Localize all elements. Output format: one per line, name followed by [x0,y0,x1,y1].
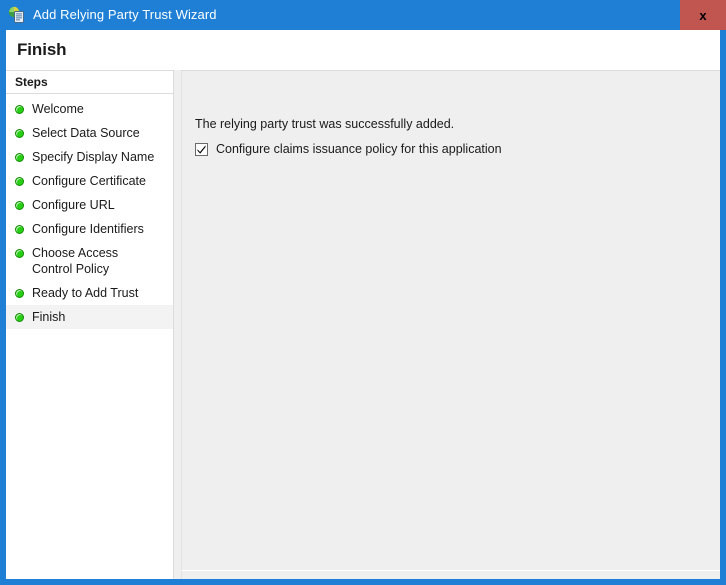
relying-party-trust-icon [8,6,26,24]
wizard-window: Add Relying Party Trust Wizard x Finish … [0,0,726,585]
page-header: Finish [6,30,720,70]
sidebar-item-label: Configure Identifiers [32,222,144,236]
footer-bar: Close [181,570,720,579]
sidebar-item-label: Configure Certificate [32,174,146,188]
sidebar-item-label: Configure URL [32,198,115,212]
steps-list: Welcome Select Data Source Specify Displ… [6,94,173,329]
step-bullet-icon [15,201,24,210]
sidebar-item-choose-access-control-policy[interactable]: Choose Access Control Policy [6,241,173,281]
sidebar-item-finish[interactable]: Finish [6,305,173,329]
steps-heading: Steps [6,71,173,94]
success-message: The relying party trust was successfully… [195,117,455,131]
sidebar-item-configure-certificate[interactable]: Configure Certificate [6,169,173,193]
configure-claims-policy-row[interactable]: Configure claims issuance policy for thi… [195,142,502,157]
step-bullet-icon [15,313,24,322]
step-bullet-icon [15,129,24,138]
sidebar-item-configure-url[interactable]: Configure URL [6,193,173,217]
sidebar-item-label: Finish [32,310,66,324]
step-bullet-icon [15,225,24,234]
sidebar-item-configure-identifiers[interactable]: Configure Identifiers [6,217,173,241]
step-bullet-icon [15,249,24,258]
steps-sidebar: Steps Welcome Select Data Source Specify… [6,70,174,579]
configure-claims-policy-checkbox[interactable] [195,143,208,156]
client-area: Finish Steps Welcome Select Data Source … [6,30,720,579]
sidebar-item-label: Choose Access Control Policy [32,246,119,276]
sidebar-item-label: Specify Display Name [32,150,155,164]
sidebar-item-specify-display-name[interactable]: Specify Display Name [6,145,173,169]
configure-claims-policy-label: Configure claims issuance policy for thi… [216,142,502,156]
step-bullet-icon [15,177,24,186]
step-bullet-icon [15,153,24,162]
window-close-button[interactable]: x [680,0,726,30]
step-bullet-icon [15,105,24,114]
page-title: Finish [17,40,67,59]
window-title: Add Relying Party Trust Wizard [33,7,217,22]
content-panel: The relying party trust was successfully… [181,70,720,570]
sidebar-item-label: Select Data Source [32,126,140,140]
title-bar: Add Relying Party Trust Wizard x [0,0,726,30]
checkmark-icon [197,145,206,154]
sidebar-item-label: Welcome [32,102,84,116]
sidebar-item-label: Ready to Add Trust [32,286,139,300]
sidebar-item-ready-to-add-trust[interactable]: Ready to Add Trust [6,281,173,305]
sidebar-item-select-data-source[interactable]: Select Data Source [6,121,173,145]
step-bullet-icon [15,289,24,298]
sidebar-item-welcome[interactable]: Welcome [6,97,173,121]
